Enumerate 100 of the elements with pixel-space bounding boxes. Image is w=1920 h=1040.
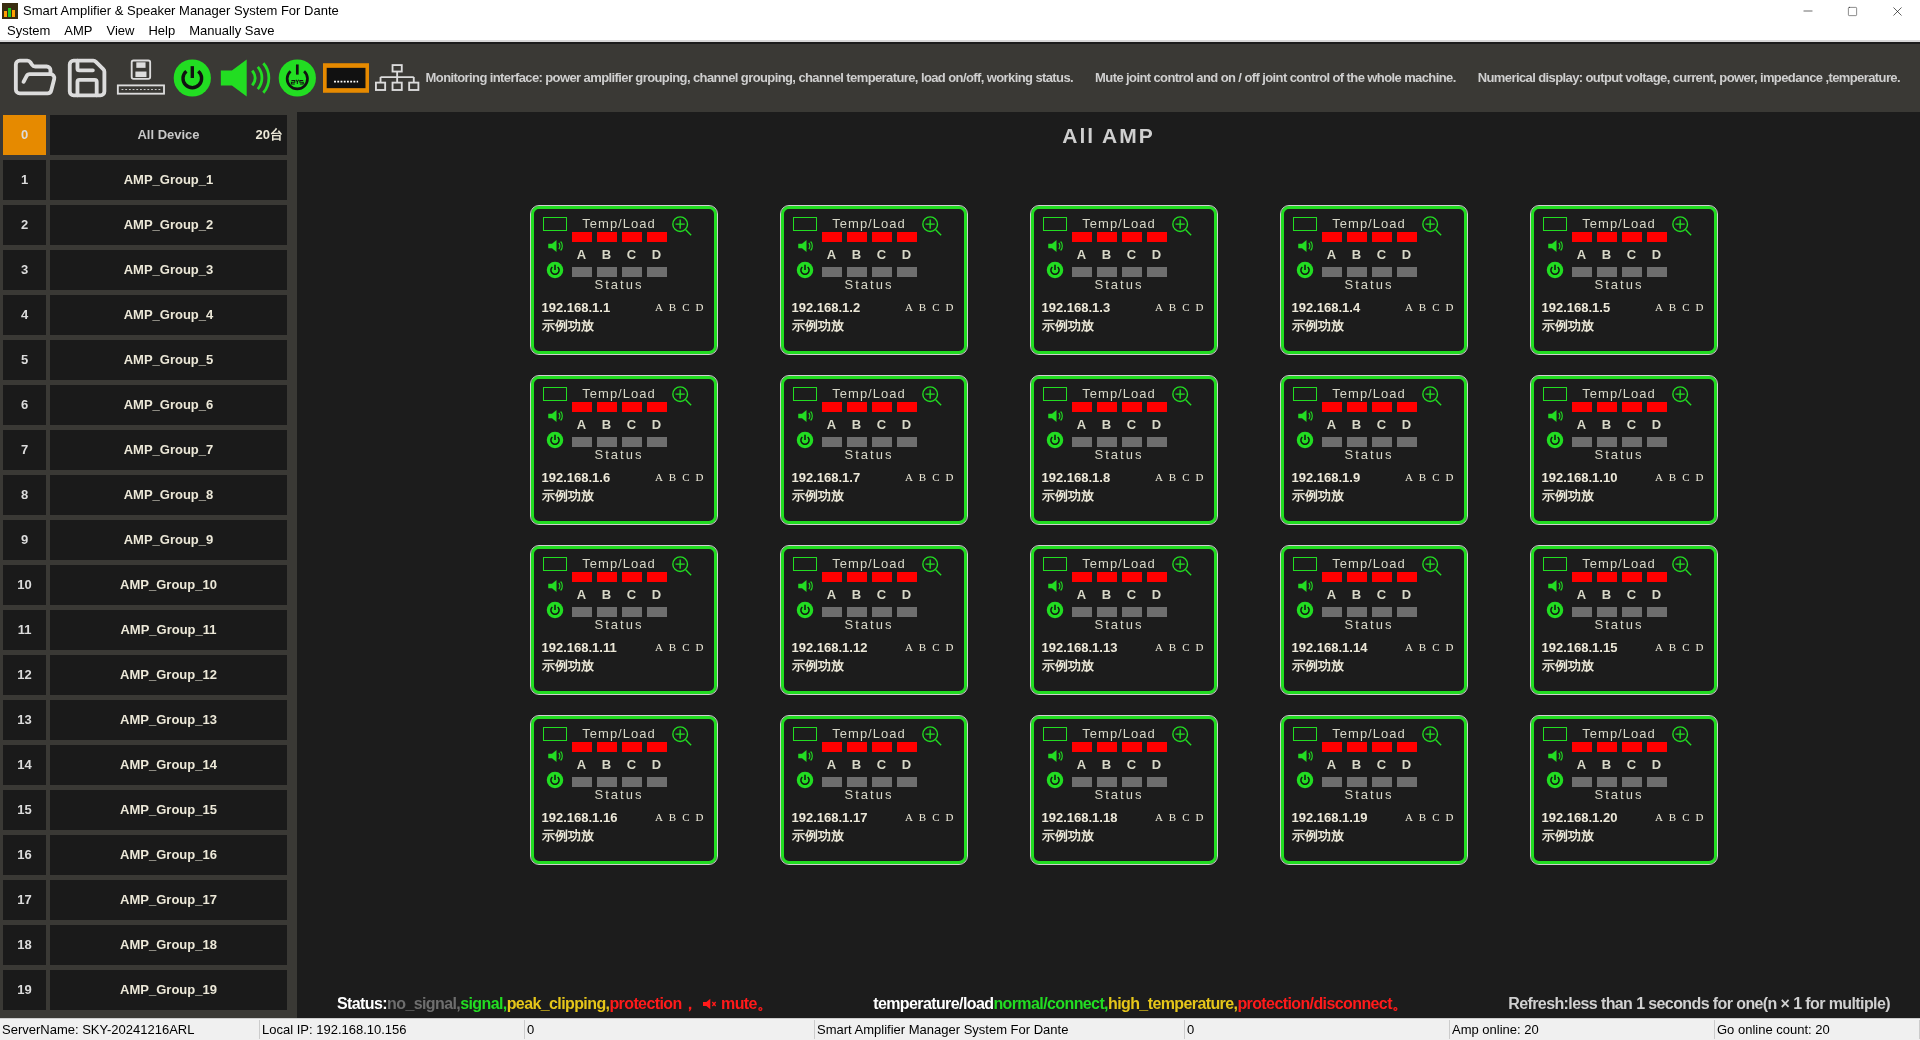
zoom-in-icon[interactable] [920,384,943,407]
amplifier-card[interactable]: Temp/Load A B C D Status 192.168.1.8 A B C D 示例功放 [1030,375,1217,524]
group-item[interactable]: AMP_Group_4 [50,295,287,335]
amplifier-name: 示例功放 [1541,317,1595,335]
amplifier-card[interactable]: Temp/Load A B C D Status 192.168.1.19 A B C D 示例功放 [1280,715,1467,864]
zoom-in-icon[interactable] [1670,724,1693,747]
zoom-in-icon[interactable] [1420,214,1443,237]
status-label: Status [1094,786,1144,802]
group-item[interactable]: AMP_Group_1 [50,160,287,200]
group-index[interactable]: 11 [3,610,46,650]
zoom-in-icon[interactable] [920,724,943,747]
channel-tag: C [1682,809,1690,826]
group-item[interactable]: AMP_Group_5 [50,340,287,380]
group-item[interactable]: AMP_Group_16 [50,835,287,875]
amplifier-card[interactable]: Temp/Load A B C D Status 192.168.1.4 A B C D 示例功放 [1280,205,1467,354]
group-index[interactable]: 15 [3,790,46,830]
group-index[interactable]: 18 [3,925,46,965]
channel-letter: D [1650,246,1663,262]
zoom-in-icon[interactable] [920,554,943,577]
group-item[interactable]: All Device 20台 [50,115,287,155]
amplifier-card[interactable]: Temp/Load A B C D Status 192.168.1.13 A B C D 示例功放 [1030,545,1217,694]
amplifier-card[interactable]: Temp/Load A B C D Status 192.168.1.20 A B C D 示例功放 [1530,715,1717,864]
power-icon[interactable] [172,56,213,100]
menu-item[interactable]: View [106,21,135,41]
menu-item[interactable]: System [7,21,51,41]
zoom-in-icon[interactable] [1170,554,1193,577]
group-item[interactable]: AMP_Group_3 [50,250,287,290]
group-item[interactable]: AMP_Group_13 [50,700,287,740]
amplifier-card[interactable]: Temp/Load A B C D Status 192.168.1.16 A B C D 示例功放 [530,715,717,864]
group-index[interactable]: 12 [3,655,46,695]
zoom-in-icon[interactable] [1420,554,1443,577]
menu-item[interactable]: Help [148,21,176,41]
ethernet-port-icon[interactable] [323,62,370,94]
group-index[interactable]: 9 [3,520,46,560]
group-item[interactable]: AMP_Group_19 [50,970,287,1010]
zoom-in-icon[interactable] [670,214,693,237]
legend-text: mute。 [721,994,773,1014]
channel-letter: D [650,586,663,602]
zoom-in-icon[interactable] [1670,384,1693,407]
amplifier-card[interactable]: Temp/Load A B C D Status 192.168.1.10 A B C D 示例功放 [1530,375,1717,524]
group-index[interactable]: 16 [3,835,46,875]
group-item[interactable]: AMP_Group_14 [50,745,287,785]
menu-item[interactable]: Manually Save [189,21,275,41]
amplifier-card[interactable]: Temp/Load A B C D Status 192.168.1.18 A B C D 示例功放 [1030,715,1217,864]
amplifier-card[interactable]: Temp/Load A B C D Status 192.168.1.12 A B C D 示例功放 [780,545,967,694]
group-index[interactable]: 10 [3,565,46,605]
zoom-in-icon[interactable] [1170,724,1193,747]
group-item[interactable]: AMP_Group_9 [50,520,287,560]
system-power-icon[interactable] [276,56,318,100]
menu-item[interactable]: AMP [64,21,93,41]
channel-tag: A [1404,639,1413,656]
device-save-icon[interactable] [116,58,167,98]
group-item[interactable]: AMP_Group_10 [50,565,287,605]
group-index[interactable]: 4 [3,295,46,335]
zoom-in-icon[interactable] [1420,384,1443,407]
power-icon [1545,770,1564,789]
amplifier-card[interactable]: Temp/Load A B C D Status 192.168.1.7 A B C D 示例功放 [780,375,967,524]
group-item[interactable]: AMP_Group_7 [50,430,287,470]
group-item[interactable]: AMP_Group_12 [50,655,287,695]
group-item[interactable]: AMP_Group_6 [50,385,287,425]
zoom-in-icon[interactable] [1670,214,1693,237]
zoom-in-icon[interactable] [920,214,943,237]
group-index[interactable]: 3 [3,250,46,290]
device-frame-icon [1542,386,1567,401]
amplifier-card[interactable]: Temp/Load A B C D Status 192.168.1.1 A B C D 示例功放 [530,205,717,354]
group-item[interactable]: AMP_Group_8 [50,475,287,515]
network-icon[interactable] [375,63,420,93]
group-index[interactable]: 17 [3,880,46,920]
group-index[interactable]: 8 [3,475,46,515]
amplifier-card[interactable]: Temp/Load A B C D Status 192.168.1.15 A B C D 示例功放 [1530,545,1717,694]
zoom-in-icon[interactable] [1170,384,1193,407]
amplifier-card[interactable]: Temp/Load A B C D Status 192.168.1.14 A B C D 示例功放 [1280,545,1467,694]
amplifier-card[interactable]: Temp/Load A B C D Status 192.168.1.6 A B C D 示例功放 [530,375,717,524]
group-item[interactable]: AMP_Group_17 [50,880,287,920]
zoom-in-icon[interactable] [1420,724,1443,747]
group-index[interactable]: 7 [3,430,46,470]
amplifier-card[interactable]: Temp/Load A B C D Status 192.168.1.3 A B C D 示例功放 [1030,205,1217,354]
group-index[interactable]: 19 [3,970,46,1010]
group-item[interactable]: AMP_Group_15 [50,790,287,830]
group-item[interactable]: AMP_Group_2 [50,205,287,245]
group-index[interactable]: 14 [3,745,46,785]
zoom-in-icon[interactable] [1670,554,1693,577]
amplifier-card[interactable]: Temp/Load A B C D Status 192.168.1.5 A B C D 示例功放 [1530,205,1717,354]
group-index[interactable]: 5 [3,340,46,380]
group-index[interactable]: 1 [3,160,46,200]
zoom-in-icon[interactable] [1170,214,1193,237]
status-label: Status [1594,616,1644,632]
group-index[interactable]: 6 [3,385,46,425]
amplifier-card[interactable]: Temp/Load A B C D Status 192.168.1.2 A B C D 示例功放 [780,205,967,354]
zoom-in-icon[interactable] [670,384,693,407]
group-index[interactable]: 13 [3,700,46,740]
amplifier-card[interactable]: Temp/Load A B C D Status 192.168.1.17 A B C D 示例功放 [780,715,967,864]
channel-tag: D [695,809,704,826]
amplifier-card[interactable]: Temp/Load A B C D Status 192.168.1.11 A B C D 示例功放 [530,545,717,694]
group-item[interactable]: AMP_Group_11 [50,610,287,650]
zoom-in-icon[interactable] [670,554,693,577]
group-item[interactable]: AMP_Group_18 [50,925,287,965]
group-index[interactable]: 2 [3,205,46,245]
amplifier-card[interactable]: Temp/Load A B C D Status 192.168.1.9 A B C D 示例功放 [1280,375,1467,524]
zoom-in-icon[interactable] [670,724,693,747]
